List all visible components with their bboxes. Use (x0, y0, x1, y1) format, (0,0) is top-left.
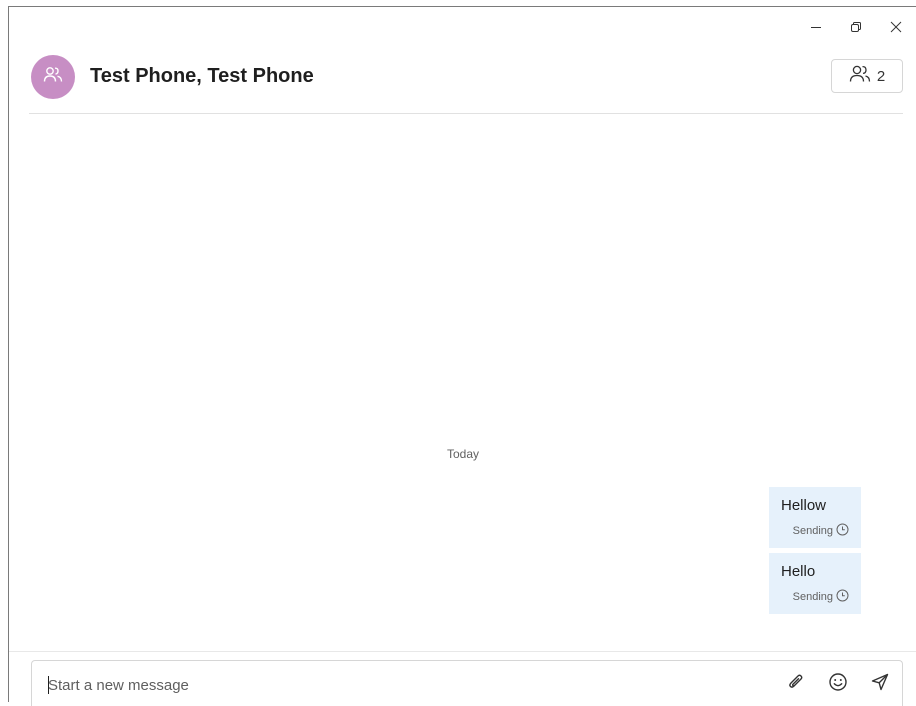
clock-icon (836, 523, 849, 539)
send-icon (870, 672, 890, 697)
title-bar-controls (796, 13, 916, 41)
participants-count: 2 (876, 67, 886, 85)
participants-button[interactable]: 2 (831, 59, 903, 93)
chat-window: Test Phone, Test Phone 2 Today Hellow Se… (8, 6, 916, 706)
emoji-button[interactable] (824, 670, 852, 698)
message-bubble[interactable]: Hello Sending (769, 553, 861, 614)
avatar (31, 55, 75, 99)
clock-icon (836, 589, 849, 605)
message-status: Sending (793, 523, 849, 539)
emoji-icon (828, 672, 848, 697)
minimize-icon (810, 21, 822, 33)
compose-divider (9, 651, 916, 652)
minimize-button[interactable] (796, 13, 836, 41)
send-button[interactable] (866, 670, 894, 698)
message-input[interactable] (48, 672, 748, 698)
date-separator: Today (446, 447, 480, 461)
message-text: Hellow (781, 497, 827, 514)
conversation-header: Test Phone, Test Phone 2 (29, 53, 903, 114)
restore-button[interactable] (836, 13, 876, 41)
close-button[interactable] (876, 13, 916, 41)
message-bubble[interactable]: Hellow Sending (769, 487, 861, 548)
group-icon (43, 66, 63, 89)
message-status-label: Sending (792, 591, 833, 603)
restore-icon (850, 21, 862, 33)
people-icon (849, 64, 871, 89)
conversation-title: Test Phone, Test Phone (90, 65, 314, 87)
message-composer (31, 660, 903, 706)
text-caret (48, 676, 49, 694)
composer-actions (782, 670, 894, 698)
close-icon (890, 21, 902, 33)
message-status-label: Sending (792, 525, 833, 537)
message-text: Hello (781, 563, 816, 580)
attach-button[interactable] (782, 670, 810, 698)
paperclip-icon (786, 672, 806, 697)
message-status: Sending (793, 589, 849, 605)
